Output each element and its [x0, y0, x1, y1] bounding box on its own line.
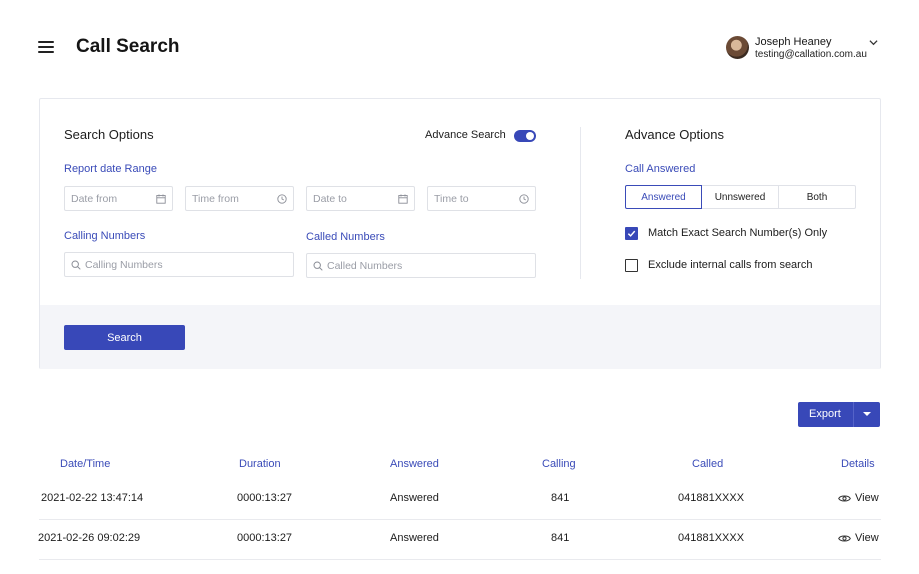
match-exact-label: Match Exact Search Number(s) Only — [648, 227, 828, 239]
date-from-input[interactable]: Date from — [64, 186, 173, 211]
eye-icon — [838, 495, 851, 502]
cell-duration: 0000:13:27 — [237, 532, 293, 544]
calling-numbers-input[interactable]: Calling Numbers — [64, 252, 294, 277]
checkmark-icon — [627, 230, 636, 237]
calendar-icon — [156, 194, 166, 204]
search-options-title: Search Options — [64, 127, 154, 142]
search-icon — [313, 261, 323, 271]
date-to-placeholder: Date to — [313, 193, 347, 205]
called-numbers-placeholder: Called Numbers — [327, 260, 403, 272]
cell-calling: 841 — [551, 492, 570, 504]
called-numbers-input[interactable]: Called Numbers — [306, 253, 536, 278]
time-to-input[interactable]: Time to — [427, 186, 536, 211]
calling-numbers-label: Calling Numbers — [64, 230, 146, 242]
advance-options-title: Advance Options — [625, 127, 725, 142]
cell-called: 041881XXXX — [678, 532, 745, 544]
call-answered-segmented-control: Answered Unnswered Both — [625, 185, 856, 209]
segment-both[interactable]: Both — [779, 185, 856, 209]
date-to-input[interactable]: Date to — [306, 186, 415, 211]
time-from-placeholder: Time from — [192, 193, 239, 205]
export-separator — [853, 402, 854, 427]
avatar — [726, 36, 749, 59]
page-title: Call Search — [76, 36, 180, 57]
search-icon — [71, 260, 81, 270]
user-email: testing@callation.com.au — [755, 49, 867, 60]
search-button[interactable]: Search — [64, 325, 185, 350]
column-header-answered[interactable]: Answered — [390, 458, 439, 470]
cell-datetime: 2021-02-22 13:47:14 — [41, 492, 144, 504]
chevron-down-icon[interactable] — [869, 38, 878, 47]
column-header-calling[interactable]: Calling — [542, 458, 576, 470]
column-header-called[interactable]: Called — [692, 458, 723, 470]
column-header-datetime[interactable]: Date/Time — [60, 458, 110, 470]
cell-calling: 841 — [551, 532, 570, 544]
segment-unanswered[interactable]: Unnswered — [702, 185, 779, 209]
column-header-details: Details — [841, 458, 875, 470]
exclude-internal-label: Exclude internal calls from search — [648, 259, 813, 271]
view-label: View — [855, 532, 879, 544]
cell-duration: 0000:13:27 — [237, 492, 293, 504]
caret-down-icon[interactable] — [863, 412, 871, 416]
user-name: Joseph Heaney — [755, 36, 832, 48]
date-from-placeholder: Date from — [71, 193, 118, 205]
clock-icon — [277, 194, 287, 204]
called-numbers-label: Called Numbers — [306, 231, 385, 243]
cell-answered: Answered — [390, 532, 439, 544]
exclude-internal-checkbox[interactable] — [625, 259, 638, 272]
clock-icon — [519, 194, 529, 204]
panel-footer: Search — [40, 305, 880, 369]
row-divider — [39, 559, 881, 560]
view-label: View — [855, 492, 879, 504]
calendar-icon — [398, 194, 408, 204]
export-button[interactable]: Export — [798, 402, 880, 427]
menu-icon[interactable] — [38, 40, 54, 53]
segment-answered[interactable]: Answered — [625, 185, 702, 209]
cell-answered: Answered — [390, 492, 439, 504]
report-date-range-label: Report date Range — [64, 163, 157, 175]
column-header-duration[interactable]: Duration — [239, 458, 281, 470]
advance-search-label: Advance Search — [425, 129, 506, 141]
match-exact-checkbox[interactable] — [625, 227, 638, 240]
search-panel: Search Options Advance Search Report dat… — [39, 98, 881, 369]
advance-search-toggle[interactable] — [514, 130, 536, 142]
eye-icon — [838, 535, 851, 542]
cell-called: 041881XXXX — [678, 492, 745, 504]
time-to-placeholder: Time to — [434, 193, 469, 205]
time-from-input[interactable]: Time from — [185, 186, 294, 211]
export-label: Export — [809, 408, 841, 420]
cell-datetime: 2021-02-26 09:02:29 — [38, 532, 141, 544]
call-answered-label: Call Answered — [625, 163, 696, 175]
row-divider — [39, 519, 881, 520]
panel-divider — [580, 127, 581, 279]
calling-numbers-placeholder: Calling Numbers — [85, 259, 163, 271]
